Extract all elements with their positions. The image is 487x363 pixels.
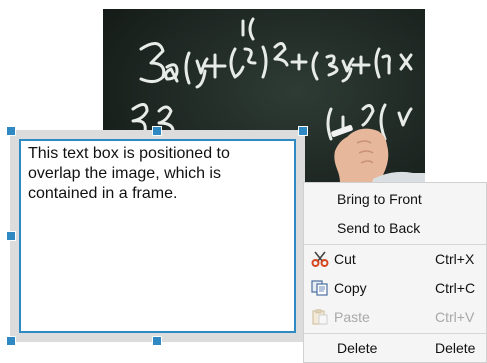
resize-handle-top-left[interactable] <box>6 126 16 136</box>
cut-shortcut: Ctrl+X <box>435 251 475 267</box>
menu-item-copy[interactable]: Copy Ctrl+C <box>304 275 486 301</box>
menu-item-send-to-back[interactable]: Send to Back <box>304 215 486 241</box>
text-box-content[interactable]: This text box is positioned to overlap t… <box>28 144 286 204</box>
resize-handle-bottom[interactable] <box>152 336 162 346</box>
delete-shortcut: Delete <box>435 340 476 356</box>
cut-label: Cut <box>334 251 356 267</box>
resize-handle-top-right[interactable] <box>298 126 308 136</box>
bring-to-front-label: Bring to Front <box>337 191 422 207</box>
menu-item-delete[interactable]: Delete Delete <box>304 335 486 361</box>
menu-separator <box>304 333 486 334</box>
menu-item-bring-to-front[interactable]: Bring to Front <box>304 186 486 212</box>
copy-shortcut: Ctrl+C <box>435 280 476 296</box>
copy-icon <box>311 280 329 296</box>
paste-icon <box>311 309 329 325</box>
scissors-icon <box>311 251 329 267</box>
menu-separator <box>304 244 486 245</box>
send-to-back-label: Send to Back <box>337 220 421 236</box>
menu-item-cut[interactable]: Cut Ctrl+X <box>304 246 486 272</box>
copy-label: Copy <box>334 280 367 296</box>
resize-handle-top[interactable] <box>152 126 162 136</box>
paste-label: Paste <box>334 309 370 325</box>
resize-handle-left[interactable] <box>6 231 16 241</box>
resize-handle-bottom-left[interactable] <box>6 336 16 346</box>
context-menu: Bring to Front Send to Back Cut Ctrl+X C… <box>303 182 487 363</box>
paste-shortcut: Ctrl+V <box>435 309 475 325</box>
text-box[interactable]: This text box is positioned to overlap t… <box>19 139 296 333</box>
text-box-frame[interactable]: This text box is positioned to overlap t… <box>10 130 305 342</box>
menu-item-paste[interactable]: Paste Ctrl+V <box>304 304 486 330</box>
delete-label: Delete <box>337 340 378 356</box>
